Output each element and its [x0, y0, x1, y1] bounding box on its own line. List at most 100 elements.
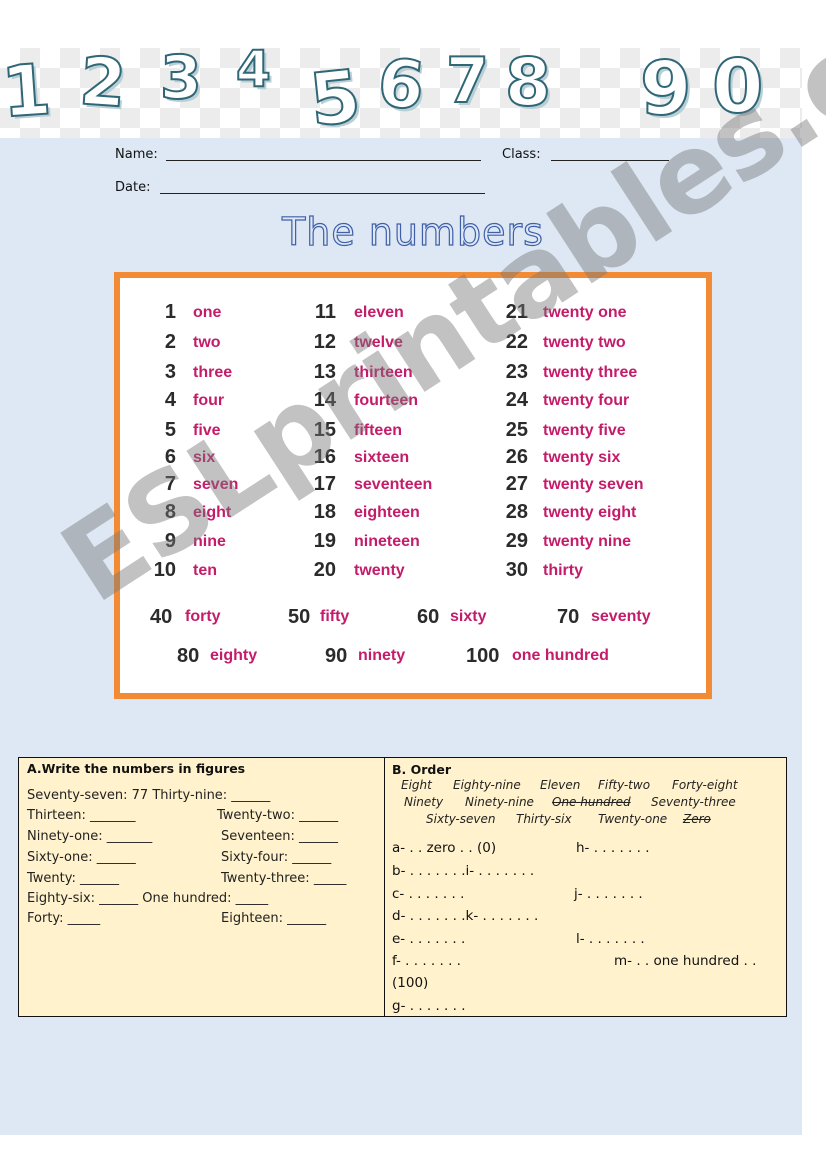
number-word: seven: [193, 476, 239, 493]
answer-f[interactable]: f- . . . . . . .: [392, 953, 461, 969]
number-digit: 5: [164, 419, 176, 441]
number-word: twenty one: [543, 304, 627, 321]
banner-digit-6: 6: [373, 43, 429, 126]
number-word: eleven: [354, 304, 404, 321]
number-digit: 18: [313, 501, 336, 523]
number-word: seventeen: [354, 476, 433, 493]
exercise-a-line[interactable]: Twenty-two: ______: [217, 808, 338, 823]
number-digit: 6: [164, 446, 176, 468]
number-word: forty: [185, 608, 221, 625]
answer-e[interactable]: e- . . . . . . .: [392, 931, 465, 947]
banner-digit-3: 3: [159, 43, 203, 113]
number-word: three: [193, 364, 233, 381]
order-word: Ninety-nine: [465, 795, 534, 809]
number-word: twenty nine: [543, 533, 632, 550]
exercise-a-heading: A.Write the numbers in figures: [27, 761, 246, 776]
answer-b-i[interactable]: b- . . . . . . .i- . . . . . . .: [392, 863, 534, 879]
page-title: The numbers: [281, 209, 544, 254]
number-word: six: [193, 449, 216, 466]
number-digit: 17: [313, 473, 336, 495]
number-word: twelve: [354, 334, 403, 351]
exercise-a-line[interactable]: Sixty-four: ______: [221, 850, 331, 865]
order-word: Seventy-three: [651, 795, 736, 809]
exercise-a-line[interactable]: Seventy-seven: 77 Thirty-nine: ______: [27, 788, 270, 803]
number-digit: 50: [288, 606, 311, 628]
number-digit: 25: [505, 419, 528, 441]
order-word: Sixty-seven: [426, 812, 496, 826]
number-digit: 2: [164, 331, 176, 353]
class-field[interactable]: [551, 160, 669, 161]
number-digit: 60: [417, 606, 440, 628]
number-digit: 19: [313, 530, 336, 552]
answer-c[interactable]: c- . . . . . . .: [392, 886, 464, 902]
number-word: thirteen: [354, 364, 413, 381]
number-digit: 16: [313, 446, 336, 468]
number-word: one: [193, 304, 222, 321]
exercise-a-line[interactable]: Forty: _____: [27, 911, 100, 926]
number-word: eighty: [210, 647, 258, 664]
exercise-a-line[interactable]: Eighteen: ______: [221, 911, 326, 926]
answer-h[interactable]: h- . . . . . . .: [576, 840, 650, 856]
number-digit: 29: [505, 530, 528, 552]
number-digit: 70: [557, 606, 580, 628]
number-word: sixty: [450, 608, 487, 625]
answer-g[interactable]: g- . . . . . . .: [392, 998, 466, 1014]
column-divider: [384, 758, 385, 1016]
number-digit: 26: [505, 446, 528, 468]
order-word: Fifty-two: [598, 778, 651, 792]
number-digit: 10: [153, 559, 176, 581]
date-label: Date:: [115, 180, 151, 195]
exercise-a-line[interactable]: Seventeen: ______: [221, 829, 338, 844]
exercise-a-line[interactable]: Twenty: ______: [27, 871, 119, 886]
banner-digit-9: 9: [639, 46, 692, 132]
number-word: twenty seven: [543, 476, 644, 493]
order-word: Eight: [401, 778, 432, 792]
banner-digit-5: 5: [305, 53, 366, 144]
number-word: twenty: [354, 562, 405, 579]
number-digit: 15: [313, 419, 336, 441]
banner-digit-4: 4: [235, 40, 272, 98]
number-word: twenty three: [543, 364, 638, 381]
number-word: fifty: [320, 608, 350, 625]
exercise-a-line[interactable]: Twenty-three: _____: [221, 871, 346, 886]
answer-j[interactable]: j- . . . . . . .: [574, 886, 643, 902]
order-word: One hundred: [552, 795, 631, 809]
number-word: five: [193, 422, 221, 439]
number-word: twenty five: [543, 422, 626, 439]
exercise-a-line[interactable]: Eighty-six: ______ One hundred: _____: [27, 891, 268, 906]
answer-a[interactable]: a- . . zero . . (0): [392, 840, 496, 856]
number-word: four: [193, 392, 225, 409]
answer-l[interactable]: l- . . . . . . .: [576, 931, 645, 947]
number-digit: 27: [505, 473, 528, 495]
number-word: two: [193, 334, 221, 351]
number-digit: 30: [505, 559, 528, 581]
banner-digit-2: 2: [76, 41, 129, 123]
number-digit: 24: [505, 389, 528, 411]
exercise-a-line[interactable]: Sixty-one: ______: [27, 850, 136, 865]
number-digit: 12: [313, 331, 336, 353]
order-word: Eleven: [540, 778, 581, 792]
answer-m[interactable]: m- . . one hundred . .: [614, 953, 756, 969]
number-digit: 14: [313, 389, 336, 411]
answer-d-k[interactable]: d- . . . . . . .k- . . . . . . .: [392, 908, 538, 924]
exercise-a-line[interactable]: Thirteen: _______: [27, 808, 135, 823]
order-word: Forty-eight: [672, 778, 738, 792]
name-field[interactable]: [166, 160, 481, 161]
exercise-b-heading: B. Order: [392, 762, 452, 777]
number-digit: 22: [505, 331, 528, 353]
number-word: nine: [193, 533, 226, 550]
number-word: fourteen: [354, 392, 418, 409]
number-word: sixteen: [354, 449, 410, 466]
number-word: ten: [193, 562, 217, 579]
exercise-a-line[interactable]: Ninety-one: _______: [27, 829, 152, 844]
number-digit: 8: [164, 501, 176, 523]
number-digit: 9: [164, 530, 176, 552]
number-word: eighteen: [354, 504, 420, 521]
name-label: Name:: [115, 147, 158, 162]
number-word: twenty four: [543, 392, 630, 409]
date-field[interactable]: [160, 193, 485, 194]
order-word: Thirty-six: [516, 812, 572, 826]
order-word: Eighty-nine: [453, 778, 521, 792]
number-word: ninety: [358, 647, 406, 664]
number-digit: 40: [150, 606, 173, 628]
